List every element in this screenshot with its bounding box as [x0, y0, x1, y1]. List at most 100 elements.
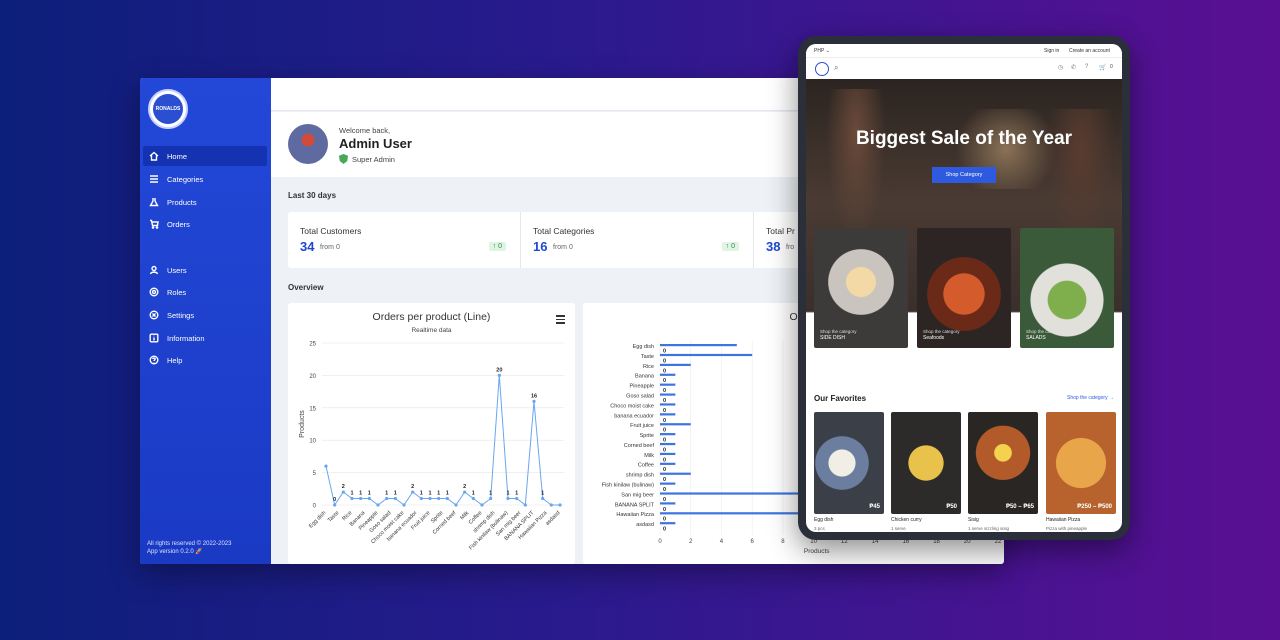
data-label: 20: [496, 367, 502, 373]
sidebar-item-roles[interactable]: Roles: [143, 282, 267, 302]
phone-icon[interactable]: ✆: [1071, 64, 1076, 71]
stat-card[interactable]: Total Customers 34 from 0 ↑ 0: [288, 212, 521, 268]
y-tick-label: Egg dish: [633, 344, 654, 350]
avatar[interactable]: [288, 124, 328, 164]
sidebar-item-settings[interactable]: Settings: [143, 305, 267, 325]
y-tick-label: Sprite: [640, 433, 654, 439]
sidebar-item-label: Users: [167, 265, 187, 275]
favorite-desc: Pizza with pineapple: [1046, 526, 1088, 531]
stat-from: from 0: [553, 244, 573, 251]
y-tick-label: Taste: [641, 354, 654, 360]
mobile-screen: PHP ⌄ Sign in Create an account ⌕ ◷ ✆ ? …: [806, 44, 1122, 532]
shop-category-button[interactable]: Shop Category: [932, 167, 996, 183]
x-tick-label: 6: [751, 539, 755, 545]
data-point: [333, 503, 337, 507]
sidebar-item-help[interactable]: Help: [143, 350, 267, 370]
sidebar-item-products[interactable]: Products: [143, 192, 267, 212]
y-tick-label: Fish kinilaw (bulinaw): [602, 483, 654, 489]
data-point: [402, 503, 406, 507]
stat-card[interactable]: Total Categories 16 from 0 ↑ 0: [521, 212, 754, 268]
data-label: 1: [368, 491, 371, 497]
category-card-seafoods[interactable]: Shop the category Seafoods: [917, 228, 1011, 348]
data-point: [393, 496, 397, 501]
y-tick-label: Choco moist cake: [610, 403, 654, 409]
sidebar-footer: All rights reserved © 2022-2023 App vers…: [147, 540, 231, 556]
clock-icon[interactable]: ◷: [1058, 64, 1063, 71]
data-label: 1: [394, 491, 397, 497]
price-label: ₱250 – ₱500: [1077, 504, 1112, 510]
sidebar-item-orders[interactable]: Orders: [143, 214, 267, 234]
favorite-card[interactable]: ₱45: [814, 412, 884, 514]
data-point: [480, 503, 484, 507]
y-tick-label: Coffee: [638, 463, 654, 469]
x-tick-label: 0: [658, 539, 662, 545]
bar: [660, 462, 676, 465]
y-tick-label: banana ecuador: [614, 413, 654, 419]
favorite-card[interactable]: ₱250 – ₱500: [1046, 412, 1116, 514]
data-label: 0: [663, 368, 666, 374]
currency-selector[interactable]: PHP ⌄: [814, 48, 830, 54]
data-label: 1: [472, 491, 475, 497]
data-label: 1: [515, 491, 518, 497]
y-tick-label: Rice: [643, 364, 654, 370]
welcome-greeting: Welcome back,: [339, 126, 391, 135]
data-label: 0: [663, 497, 666, 503]
sidebar-item-users[interactable]: Users: [143, 260, 267, 280]
data-label: 0: [663, 447, 666, 453]
logo-text: RONALDS: [153, 94, 183, 124]
data-label: 0: [663, 349, 666, 355]
sidebar-item-categories[interactable]: Categories: [143, 169, 267, 189]
data-label: 2: [411, 484, 414, 490]
price-label: ₱45: [869, 504, 880, 510]
help-icon: [149, 355, 159, 365]
data-point: [411, 490, 415, 494]
favorite-name: Egg dish: [814, 517, 834, 523]
data-point: [359, 496, 363, 501]
search-icon[interactable]: ⌕: [834, 63, 838, 73]
data-point: [350, 496, 354, 501]
cart-count: 0: [1110, 64, 1113, 70]
data-label: 2: [342, 484, 345, 490]
data-point: [558, 503, 562, 507]
create-account-link[interactable]: Create an account: [1069, 48, 1110, 54]
overview-heading: Overview: [288, 283, 324, 292]
user-role-label: Super Admin: [352, 154, 395, 164]
sidebar-item-home[interactable]: Home: [143, 146, 267, 166]
help-icon[interactable]: ?: [1085, 64, 1088, 70]
data-label: 1: [446, 491, 449, 497]
sidebar-item-information[interactable]: Information: [143, 328, 267, 348]
y-tick-label: 10: [309, 439, 316, 445]
favorite-card[interactable]: ₱50 – ₱65: [968, 412, 1038, 514]
data-label: 1: [385, 491, 388, 497]
y-tick-label: shrimp dish: [626, 473, 654, 479]
data-point: [532, 399, 536, 403]
data-label: 0: [663, 477, 666, 483]
bar: [660, 353, 753, 357]
signin-link[interactable]: Sign in: [1044, 48, 1059, 54]
data-point: [454, 503, 458, 507]
brand-logo[interactable]: RONALDS: [148, 89, 188, 129]
data-label: 0: [663, 457, 666, 463]
category-caption: Shop the category: [923, 329, 960, 334]
y-tick-label: Corned beef: [624, 443, 655, 449]
brand-logo[interactable]: [815, 62, 829, 76]
data-label: 0: [663, 438, 666, 444]
x-tick-label: Taste: [327, 510, 341, 524]
x-tick-label: Egg dish: [308, 510, 327, 529]
bar: [660, 393, 676, 396]
stat-value: 16: [533, 239, 548, 254]
category-name: SIDE DISH: [820, 335, 846, 341]
app-version-text: App version 0.2.0 🚀: [147, 549, 203, 555]
stat-label: Total Pr: [766, 226, 795, 236]
favorites-link[interactable]: Shop the category →: [1067, 395, 1114, 401]
favorite-name: Sisig: [968, 517, 979, 523]
cart-icon[interactable]: 🛒: [1099, 64, 1106, 71]
data-label: 0: [663, 467, 666, 473]
category-card-salads[interactable]: Shop the category SALADS: [1020, 228, 1114, 348]
favorite-card[interactable]: ₱50: [891, 412, 961, 514]
data-label: 0: [663, 418, 666, 424]
bar: [660, 482, 676, 485]
data-label: 0: [663, 517, 666, 523]
category-card-side-dish[interactable]: Shop the category SIDE DISH: [814, 228, 908, 348]
data-label: 0: [663, 398, 666, 404]
